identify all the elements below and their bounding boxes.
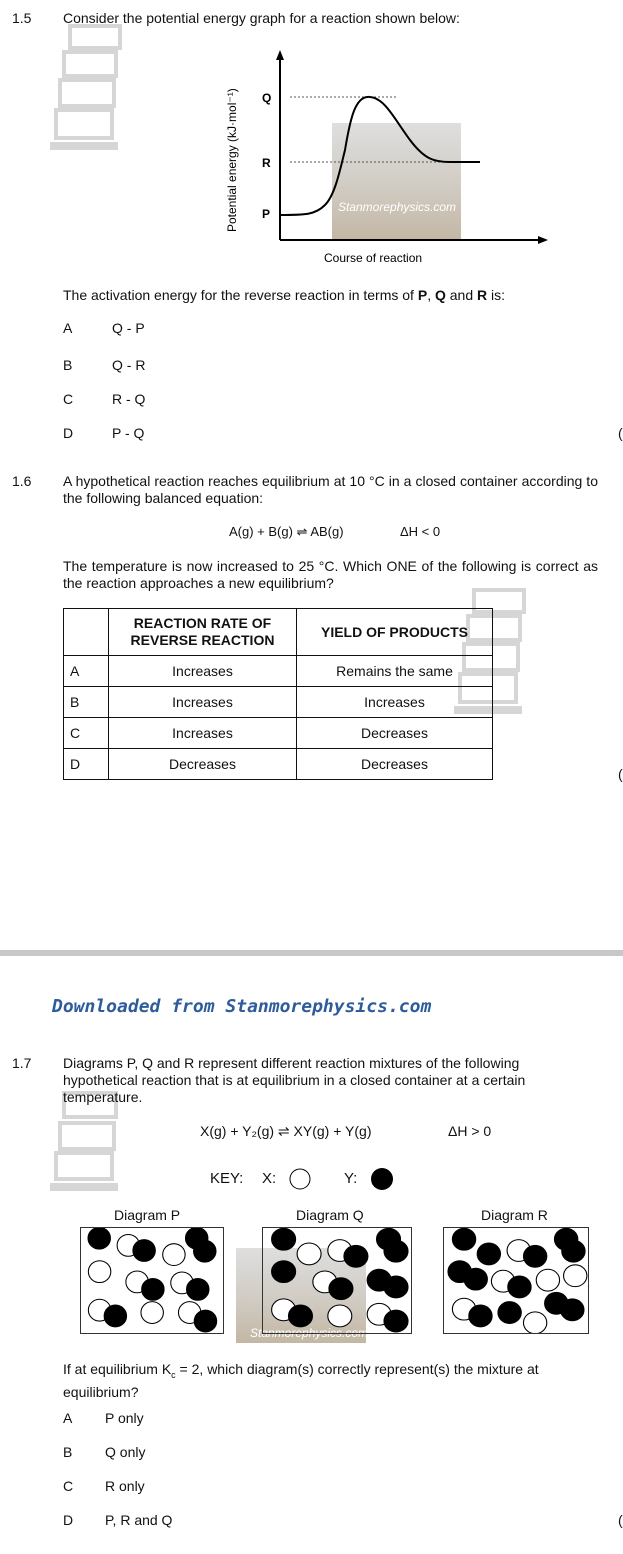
question-stem: Diagrams P, Q and R represent different … [63,1055,526,1105]
black-circle-icon [371,1168,393,1190]
key-label: KEY: [210,1170,244,1187]
molecule-diagram [271,1227,409,1333]
exam-page: 1.5 Consider the potential energy graph … [0,0,623,1554]
question-stem: Consider the potential energy graph for … [63,10,460,26]
diagram-p [80,1226,224,1334]
answer-bracket: ( [618,425,623,441]
level-label-q: Q [262,91,271,105]
tower-watermark-icon [50,24,122,150]
y-axis-label: Potential energy (kJ·mol⁻¹) [225,88,239,232]
question-stem: A hypothetical reaction reaches equilibr… [63,473,598,506]
enthalpy: ΔH < 0 [400,524,441,539]
graph-axes [276,50,548,244]
header-reverse-rate: REACTION RATE OF REVERSE REACTION [108,608,297,656]
table-row[interactable]: C Increases Decreases [63,717,493,749]
question-text: The activation energy for the reverse re… [63,287,506,303]
enthalpy: ΔH > 0 [448,1123,492,1139]
question-number: 1.5 [12,10,32,26]
answer-bracket: ( [618,1512,623,1528]
potential-energy-graph: Q R P Potential energy (kJ·mol⁻¹) Course… [225,50,548,265]
header-yield: YIELD OF PRODUCTS [296,608,493,656]
table-row[interactable]: B Increases Increases [63,686,493,718]
download-banner: Downloaded from Stanmorephysics.com [52,996,432,1017]
question-text: The temperature is now increased to 25 °… [63,558,598,591]
table-row[interactable]: D Decreases Decreases [63,748,493,780]
diagram-q [262,1227,412,1334]
white-circle-icon [289,1168,311,1190]
key-y-label: Y: [344,1170,358,1187]
diagram-r-label: Diagram R [481,1207,548,1223]
level-label-p: P [262,207,270,221]
diagram-r [443,1227,589,1335]
diagram-q-label: Diagram Q [296,1207,364,1223]
molecule-diagram [87,1226,218,1333]
question-number: 1.7 [12,1055,32,1071]
molecule-diagram [447,1227,588,1335]
x-axis-label: Course of reaction [324,251,422,265]
table-row[interactable]: A Increases Remains the same [63,655,493,687]
key-x-label: X: [262,1170,277,1187]
page-divider [0,950,623,956]
equation: X(g) + Y₂(g) ⇌ XY(g) + Y(g) [200,1123,372,1139]
diagram-p-label: Diagram P [114,1207,181,1223]
question-number: 1.6 [12,473,32,489]
answer-bracket: ( [618,766,623,782]
question-text: If at equilibrium Kc = 2, which diagram(… [63,1361,539,1400]
answer-table: REACTION RATE OF REVERSE REACTION YIELD … [63,608,493,780]
table-header: REACTION RATE OF REVERSE REACTION YIELD … [63,608,493,656]
energy-curve [279,95,480,216]
equation: A(g) + B(g) ⇌ AB(g) [229,524,344,539]
level-label-r: R [262,156,271,170]
